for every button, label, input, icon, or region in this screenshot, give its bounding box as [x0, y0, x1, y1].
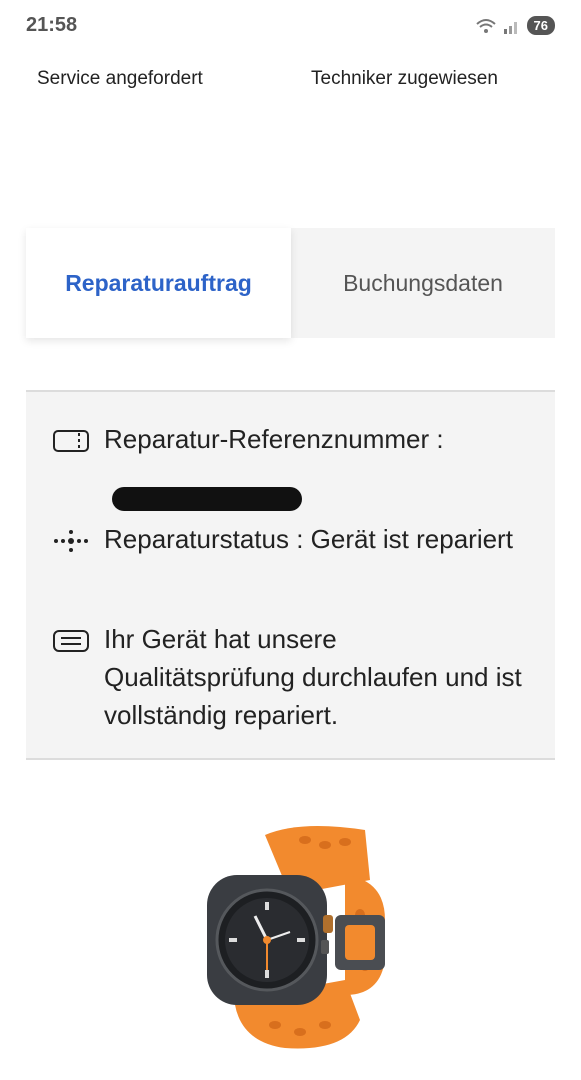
repair-status-text: Reparaturstatus : Gerät ist repariert — [104, 524, 513, 554]
step-service-requested: Service angefordert — [37, 68, 203, 89]
wifi-icon — [475, 18, 496, 33]
message-row: Ihr Gerät hat unsere Qualitätsprüfung du… — [52, 620, 522, 740]
tab-booking-data[interactable]: Buchungsdaten — [291, 228, 555, 338]
battery-indicator: 76 — [526, 16, 555, 35]
tab-repair-order[interactable]: Reparaturauftrag — [26, 228, 291, 338]
message-icon — [53, 630, 89, 652]
repair-message: Ihr Gerät hat unsere Qualitätsprüfung du… — [104, 624, 522, 730]
ticket-icon — [53, 430, 89, 452]
status-icons: 76 — [475, 16, 555, 35]
watch-product-image — [207, 826, 385, 1049]
redacted-reference-number — [112, 487, 302, 511]
signal-icon — [503, 21, 517, 34]
status-time: 21:58 — [26, 14, 78, 36]
status-row: Reparaturstatus : Gerät ist repariert — [52, 520, 522, 600]
repair-details-panel: Reparatur-Referenznummer : Reparaturstat… — [26, 390, 555, 760]
reference-row: Reparatur-Referenznummer : — [52, 420, 522, 530]
reference-label: Reparatur-Referenznummer : — [104, 424, 444, 454]
step-technician-assigned: Techniker zugewiesen — [311, 68, 498, 89]
tab-bar: Reparaturauftrag Buchungsdaten — [26, 228, 555, 338]
status-dots-icon — [54, 530, 88, 552]
